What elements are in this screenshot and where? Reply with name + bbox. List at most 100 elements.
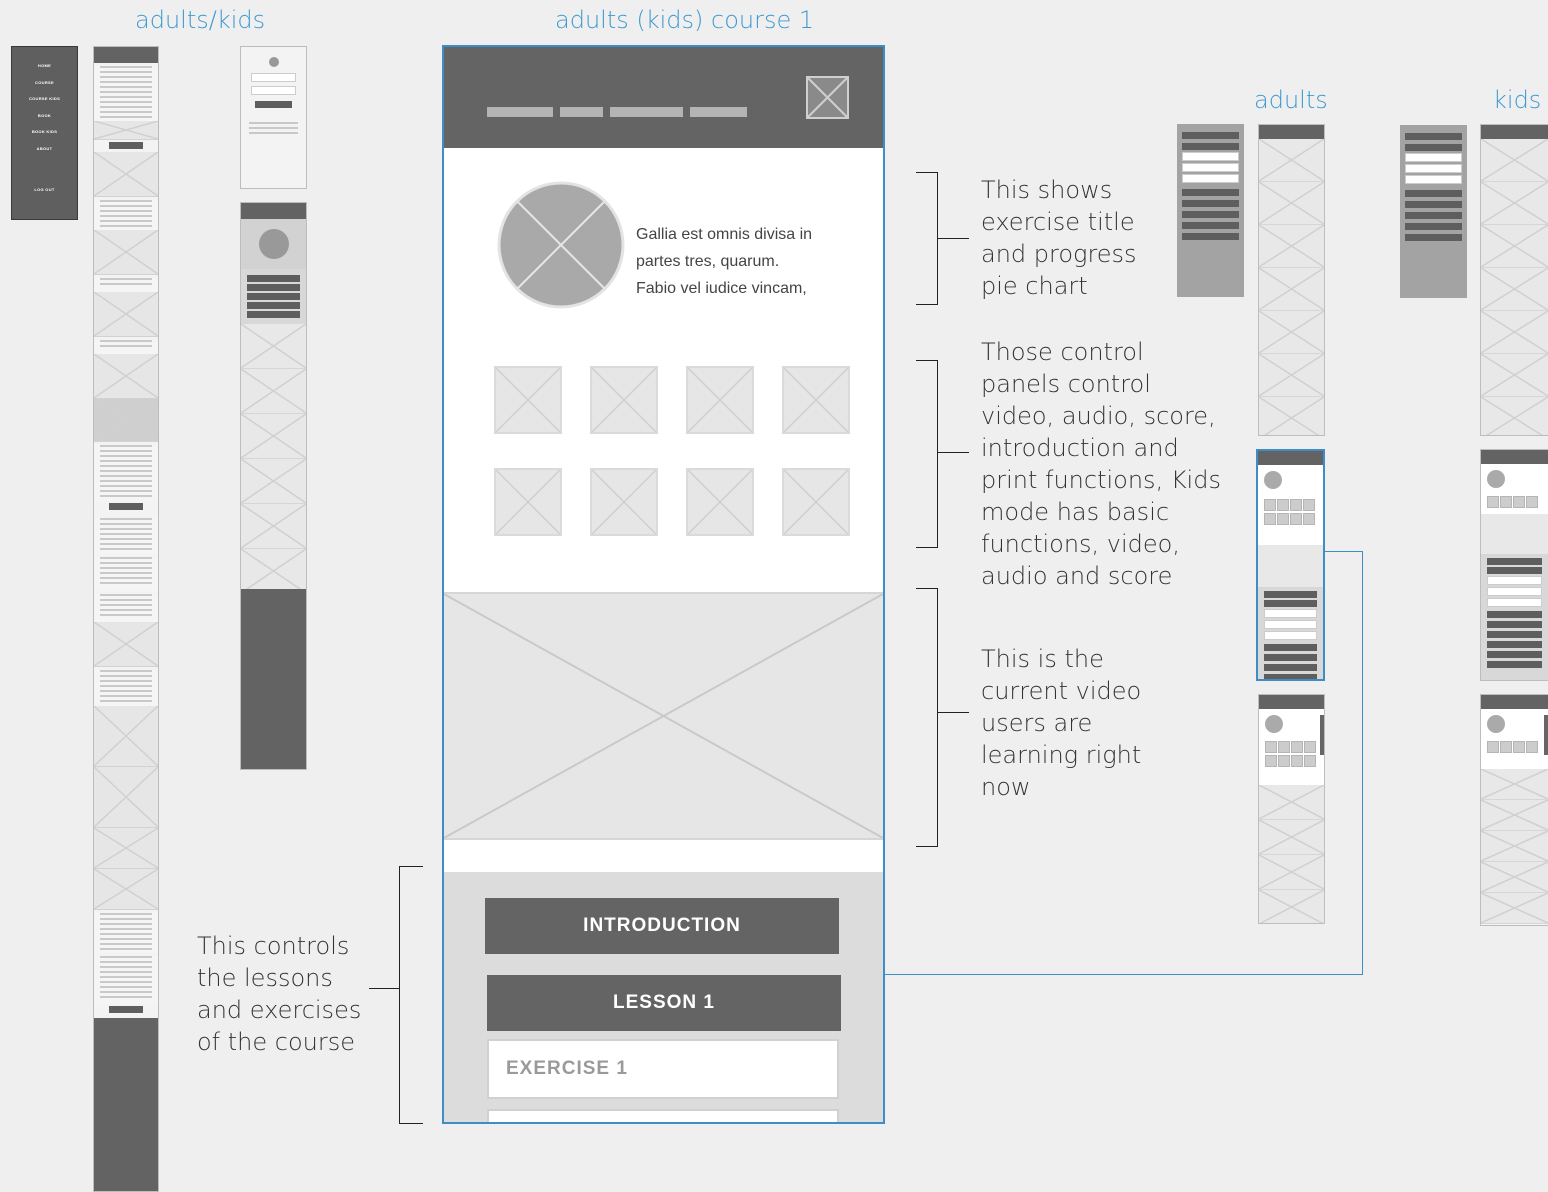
image-placeholder <box>1259 225 1324 268</box>
nav-menu-item[interactable]: COURSE KIDS <box>12 96 77 101</box>
mini-control-button <box>1487 741 1499 753</box>
mini-control-button <box>1290 499 1302 511</box>
footer-block <box>94 1018 158 1191</box>
nav-menu-item[interactable]: BOOK <box>12 113 77 118</box>
control-panel-button[interactable] <box>782 366 850 434</box>
course-phone-mockup: Gallia est omnis divisa in partes tres, … <box>442 45 885 1124</box>
image-placeholder <box>94 121 158 140</box>
connector-line-vertical <box>1362 551 1363 975</box>
image-placeholder <box>1481 800 1548 831</box>
nav-tab-1[interactable] <box>487 107 553 117</box>
mini-control-button <box>1303 513 1315 525</box>
control-panel-button[interactable] <box>494 468 562 536</box>
lessons-menu: INTRODUCTION LESSON 1 EXERCISE 1 <box>444 872 883 1122</box>
text-block <box>94 913 158 953</box>
text-block <box>94 278 158 292</box>
image-placeholder <box>1481 354 1548 397</box>
image-placeholder <box>94 152 158 197</box>
section-title-course: adults (kids) course 1 <box>555 6 815 34</box>
introduction-button[interactable]: INTRODUCTION <box>485 898 839 954</box>
nav-tab-4[interactable] <box>690 107 747 117</box>
nav-menu-item[interactable]: ABOUT <box>12 146 77 151</box>
menu-icon[interactable] <box>806 76 849 119</box>
image-placeholder <box>94 230 158 275</box>
description-fade: . . . . . . . . <box>636 302 866 308</box>
image-placeholder <box>241 549 306 594</box>
text-block <box>94 445 158 501</box>
nav-tab-3[interactable] <box>610 107 683 117</box>
image-placeholder <box>1259 785 1324 820</box>
lesson-1-button[interactable]: LESSON 1 <box>487 975 841 1031</box>
image-placeholder <box>94 292 158 337</box>
image-placeholder <box>1259 354 1324 397</box>
exercise-1-item[interactable]: EXERCISE 1 <box>487 1039 839 1099</box>
adults-page-thumbnail-3 <box>1258 694 1325 924</box>
annotation-control-panels: Those control panels control video, audio,… <box>981 338 1221 590</box>
mini-control-button <box>1526 496 1538 508</box>
mini-control-button <box>1290 513 1302 525</box>
image-placeholder <box>241 504 306 549</box>
mini-control-button <box>1513 741 1525 753</box>
text-block <box>94 340 158 354</box>
description-line-3: Fabio vel iudice vincam, <box>636 280 807 297</box>
image-placeholder <box>1259 311 1324 354</box>
image-placeholder <box>94 869 158 910</box>
mini-control-button <box>1304 755 1316 767</box>
image-placeholder <box>1259 268 1324 311</box>
nav-menu-item[interactable]: LOG OUT <box>12 187 77 192</box>
annotation-lessons: This controls the lessons and exercises of … <box>197 932 362 1056</box>
profile-placeholder-list <box>241 324 306 594</box>
image-placeholder <box>1259 139 1324 182</box>
text-block <box>94 66 158 121</box>
phone-header <box>444 47 883 148</box>
control-panel-button[interactable] <box>686 366 754 434</box>
section-title-kids: kids <box>1493 86 1542 114</box>
control-panel-button[interactable] <box>494 366 562 434</box>
image-placeholder <box>241 414 306 459</box>
thumb-body <box>94 66 158 1191</box>
text-block <box>94 518 158 554</box>
mini-control-button <box>1265 741 1277 753</box>
login-thumbnail <box>240 46 307 189</box>
control-panel-button[interactable] <box>590 468 658 536</box>
description-line-2: partes tres, quarum. <box>636 253 780 270</box>
current-video-placeholder[interactable] <box>444 592 883 840</box>
long-page-thumbnail <box>93 46 159 1192</box>
login-button <box>255 101 292 108</box>
mini-control-button <box>1526 741 1538 753</box>
image-placeholder <box>94 399 158 442</box>
text-block <box>94 670 158 706</box>
nav-tab-2[interactable] <box>560 107 603 117</box>
image-placeholder <box>94 706 158 767</box>
image-placeholder <box>1259 182 1324 225</box>
connector-line-top <box>1325 551 1363 552</box>
connector-line <box>885 974 1363 975</box>
image-placeholder <box>1481 225 1548 268</box>
control-panel-button[interactable] <box>590 366 658 434</box>
annotation-current-video: This is the current video users are learnin… <box>981 645 1142 801</box>
nav-menu-item[interactable]: BOOK KIDS <box>12 129 77 134</box>
text-block <box>94 956 158 1004</box>
mini-control-button <box>1264 513 1276 525</box>
mini-control-button <box>1291 741 1303 753</box>
mini-control-button <box>1277 499 1289 511</box>
image-placeholder <box>1259 855 1324 890</box>
mini-control-button <box>1500 496 1512 508</box>
kids-page-thumbnail-3 <box>1480 694 1548 926</box>
start-button <box>94 1006 158 1018</box>
nav-menu-item[interactable]: COURSE <box>12 80 77 85</box>
text-block <box>94 200 158 230</box>
login-username-field <box>251 73 296 82</box>
control-panel-button[interactable] <box>686 468 754 536</box>
mini-control-button <box>1277 513 1289 525</box>
mini-control-button <box>1291 755 1303 767</box>
mini-control-button <box>1500 741 1512 753</box>
control-panel-button[interactable] <box>782 468 850 536</box>
kids-page-thumbnail-1 <box>1480 124 1548 436</box>
exercise-2-item[interactable] <box>487 1109 839 1122</box>
progress-pie-chart <box>497 181 625 309</box>
login-password-field <box>251 86 296 95</box>
nav-menu-thumbnail: HOME COURSE COURSE KIDS BOOK BOOK KIDS ABOUT L… <box>11 46 78 220</box>
image-placeholder <box>1259 820 1324 855</box>
nav-menu-item[interactable]: HOME <box>12 63 77 68</box>
